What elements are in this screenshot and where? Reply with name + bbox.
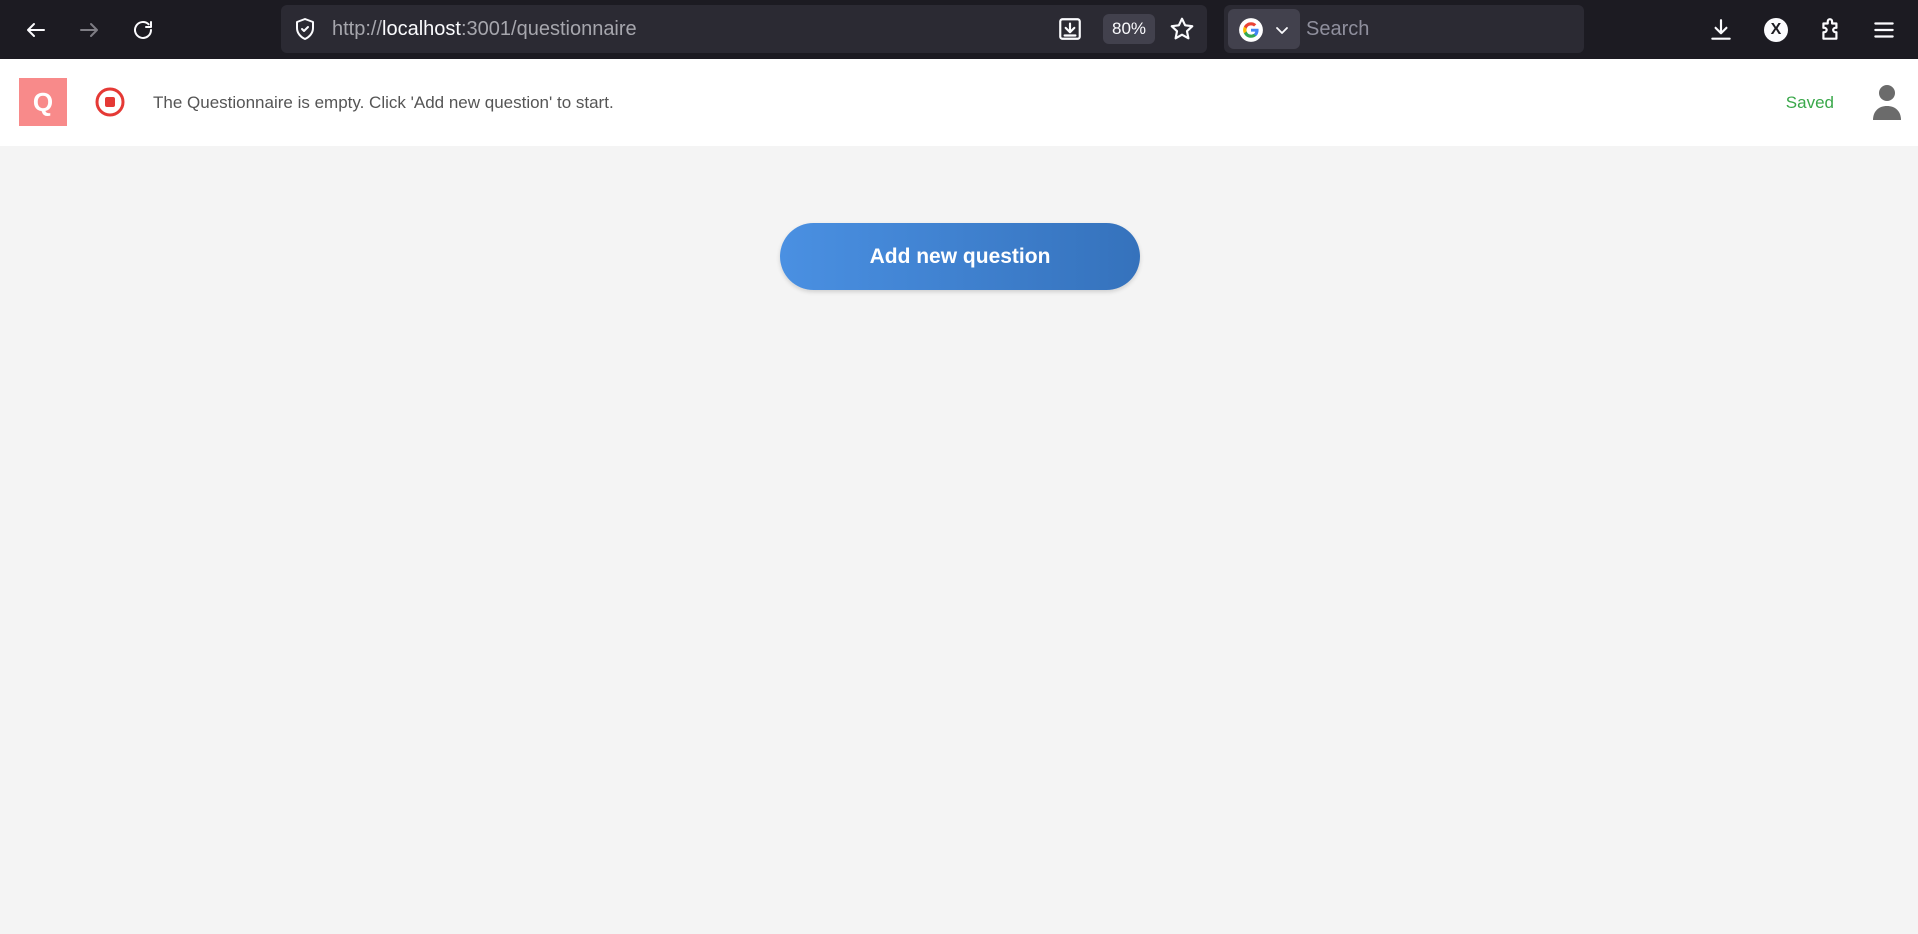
hamburger-menu-icon bbox=[1874, 22, 1894, 38]
bookmark-star-icon[interactable] bbox=[1169, 16, 1195, 42]
arrow-right-icon bbox=[80, 23, 98, 37]
shield-icon[interactable] bbox=[293, 17, 317, 41]
extensions-button[interactable] bbox=[1813, 12, 1849, 48]
reload-button[interactable] bbox=[125, 12, 161, 48]
extension-x-button[interactable]: X bbox=[1758, 12, 1794, 48]
browser-toolbar: http://localhost:3001/questionnaire 80% … bbox=[0, 0, 1918, 59]
forward-button[interactable] bbox=[71, 12, 107, 48]
reload-icon bbox=[134, 21, 152, 39]
save-status: Saved bbox=[1785, 93, 1834, 112]
app-menu-button[interactable] bbox=[1866, 12, 1902, 48]
save-to-device-icon[interactable] bbox=[1057, 16, 1083, 42]
questionnaire-canvas: Add new question bbox=[0, 146, 1918, 934]
search-engine-button[interactable] bbox=[1228, 9, 1300, 49]
status-message: The Questionnaire is empty. Click 'Add n… bbox=[153, 93, 614, 112]
arrow-left-icon bbox=[27, 23, 45, 37]
url-bar[interactable]: http://localhost:3001/questionnaire 80% bbox=[281, 5, 1207, 53]
chevron-down-icon bbox=[1276, 27, 1288, 34]
stop-recording-icon[interactable] bbox=[94, 86, 126, 118]
search-bar[interactable] bbox=[1224, 5, 1584, 53]
search-input[interactable] bbox=[1304, 9, 1574, 49]
url-path: :3001/questionnaire bbox=[460, 18, 637, 40]
url-text[interactable]: http://localhost:3001/questionnaire bbox=[332, 5, 637, 53]
puzzle-piece-icon bbox=[1822, 18, 1838, 40]
url-scheme: http:// bbox=[332, 18, 383, 40]
zoom-level-badge[interactable]: 80% bbox=[1103, 14, 1155, 44]
back-button[interactable] bbox=[18, 12, 54, 48]
extension-x-icon: X bbox=[1764, 18, 1788, 42]
google-icon bbox=[1239, 18, 1263, 42]
url-host: localhost bbox=[382, 18, 461, 40]
add-new-question-button[interactable]: Add new question bbox=[780, 223, 1140, 290]
app-header: Q The Questionnaire is empty. Click 'Add… bbox=[0, 59, 1918, 146]
app-logo[interactable]: Q bbox=[19, 78, 67, 126]
downloads-button[interactable] bbox=[1703, 12, 1739, 48]
download-icon bbox=[1711, 19, 1731, 40]
user-avatar-icon[interactable] bbox=[1871, 84, 1903, 120]
